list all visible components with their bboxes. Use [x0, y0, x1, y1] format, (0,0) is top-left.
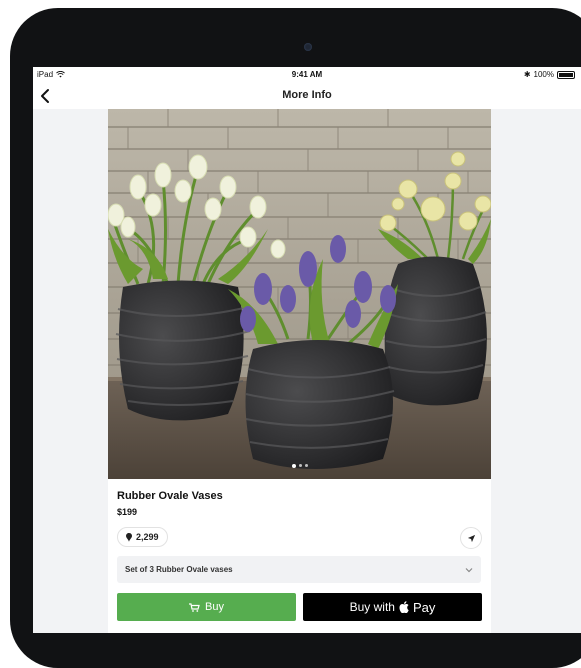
product-title: Rubber Ovale Vases [117, 490, 223, 502]
apple-pay-button[interactable]: Buy with Pay [303, 593, 482, 621]
status-time: 9:41 AM [291, 70, 323, 79]
status-bar: iPad 9:41 AM ✱ 100% [33, 67, 581, 83]
product-card: Rubber Ovale Vases $199 2,299 Set of 3 R… [108, 109, 491, 633]
bluetooth-icon: ✱ [523, 70, 531, 79]
vase-center [245, 340, 395, 469]
front-camera [304, 43, 312, 51]
product-image-carousel[interactable] [108, 109, 491, 479]
likes-count: 2,299 [136, 532, 159, 542]
app-screen: iPad 9:41 AM ✱ 100% More Info Rubber Ova… [33, 67, 581, 633]
apple-pay-prefix: Buy with [349, 600, 395, 614]
vase-right [384, 256, 487, 406]
likes-button[interactable]: 2,299 [117, 527, 168, 547]
chevron-down-icon [465, 567, 473, 572]
buy-button[interactable]: Buy [117, 593, 296, 621]
battery-icon [557, 70, 575, 79]
share-button[interactable] [460, 527, 482, 549]
carousel-page-indicator[interactable] [108, 463, 491, 468]
navigation-bar: More Info [33, 83, 581, 109]
location-arrow-icon [467, 534, 475, 542]
apple-logo-icon [399, 601, 409, 613]
carousel-dot[interactable] [291, 463, 296, 468]
carousel-dot[interactable] [304, 464, 308, 467]
pin-icon [126, 532, 132, 542]
product-price: $199 [117, 507, 138, 517]
vase-left [115, 280, 251, 421]
battery-percent: 100% [533, 70, 554, 79]
carousel-dot[interactable] [298, 464, 302, 467]
buy-label: Buy [205, 601, 224, 613]
apple-pay-brand: Pay [412, 599, 436, 615]
cart-icon [189, 602, 200, 612]
option-selected-label: Set of 3 Rubber Ovale vases [125, 565, 233, 574]
option-select[interactable]: Set of 3 Rubber Ovale vases [117, 556, 481, 583]
product-photo [108, 109, 491, 479]
page-title: More Info [282, 89, 332, 101]
